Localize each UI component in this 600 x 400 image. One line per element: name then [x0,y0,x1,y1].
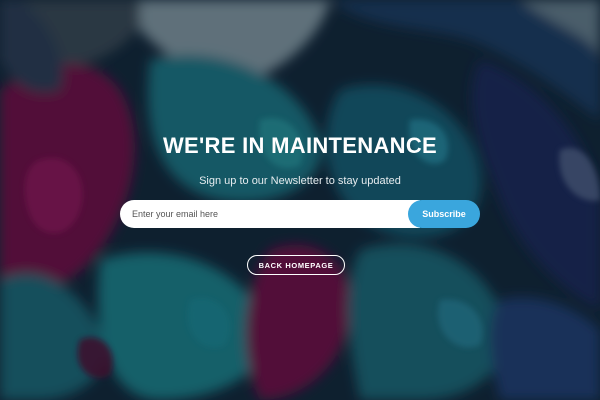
maintenance-panel: WE'RE IN MAINTENANCE Sign up to our News… [0,0,600,400]
email-input[interactable] [120,200,420,228]
page-subtitle: Sign up to our Newsletter to stay update… [199,175,401,187]
subscribe-button[interactable]: Subscribe [408,200,480,228]
newsletter-form: Subscribe [120,200,480,228]
back-homepage-button[interactable]: BACK HOMEPAGE [247,255,345,275]
page-title: WE'RE IN MAINTENANCE [162,133,437,158]
